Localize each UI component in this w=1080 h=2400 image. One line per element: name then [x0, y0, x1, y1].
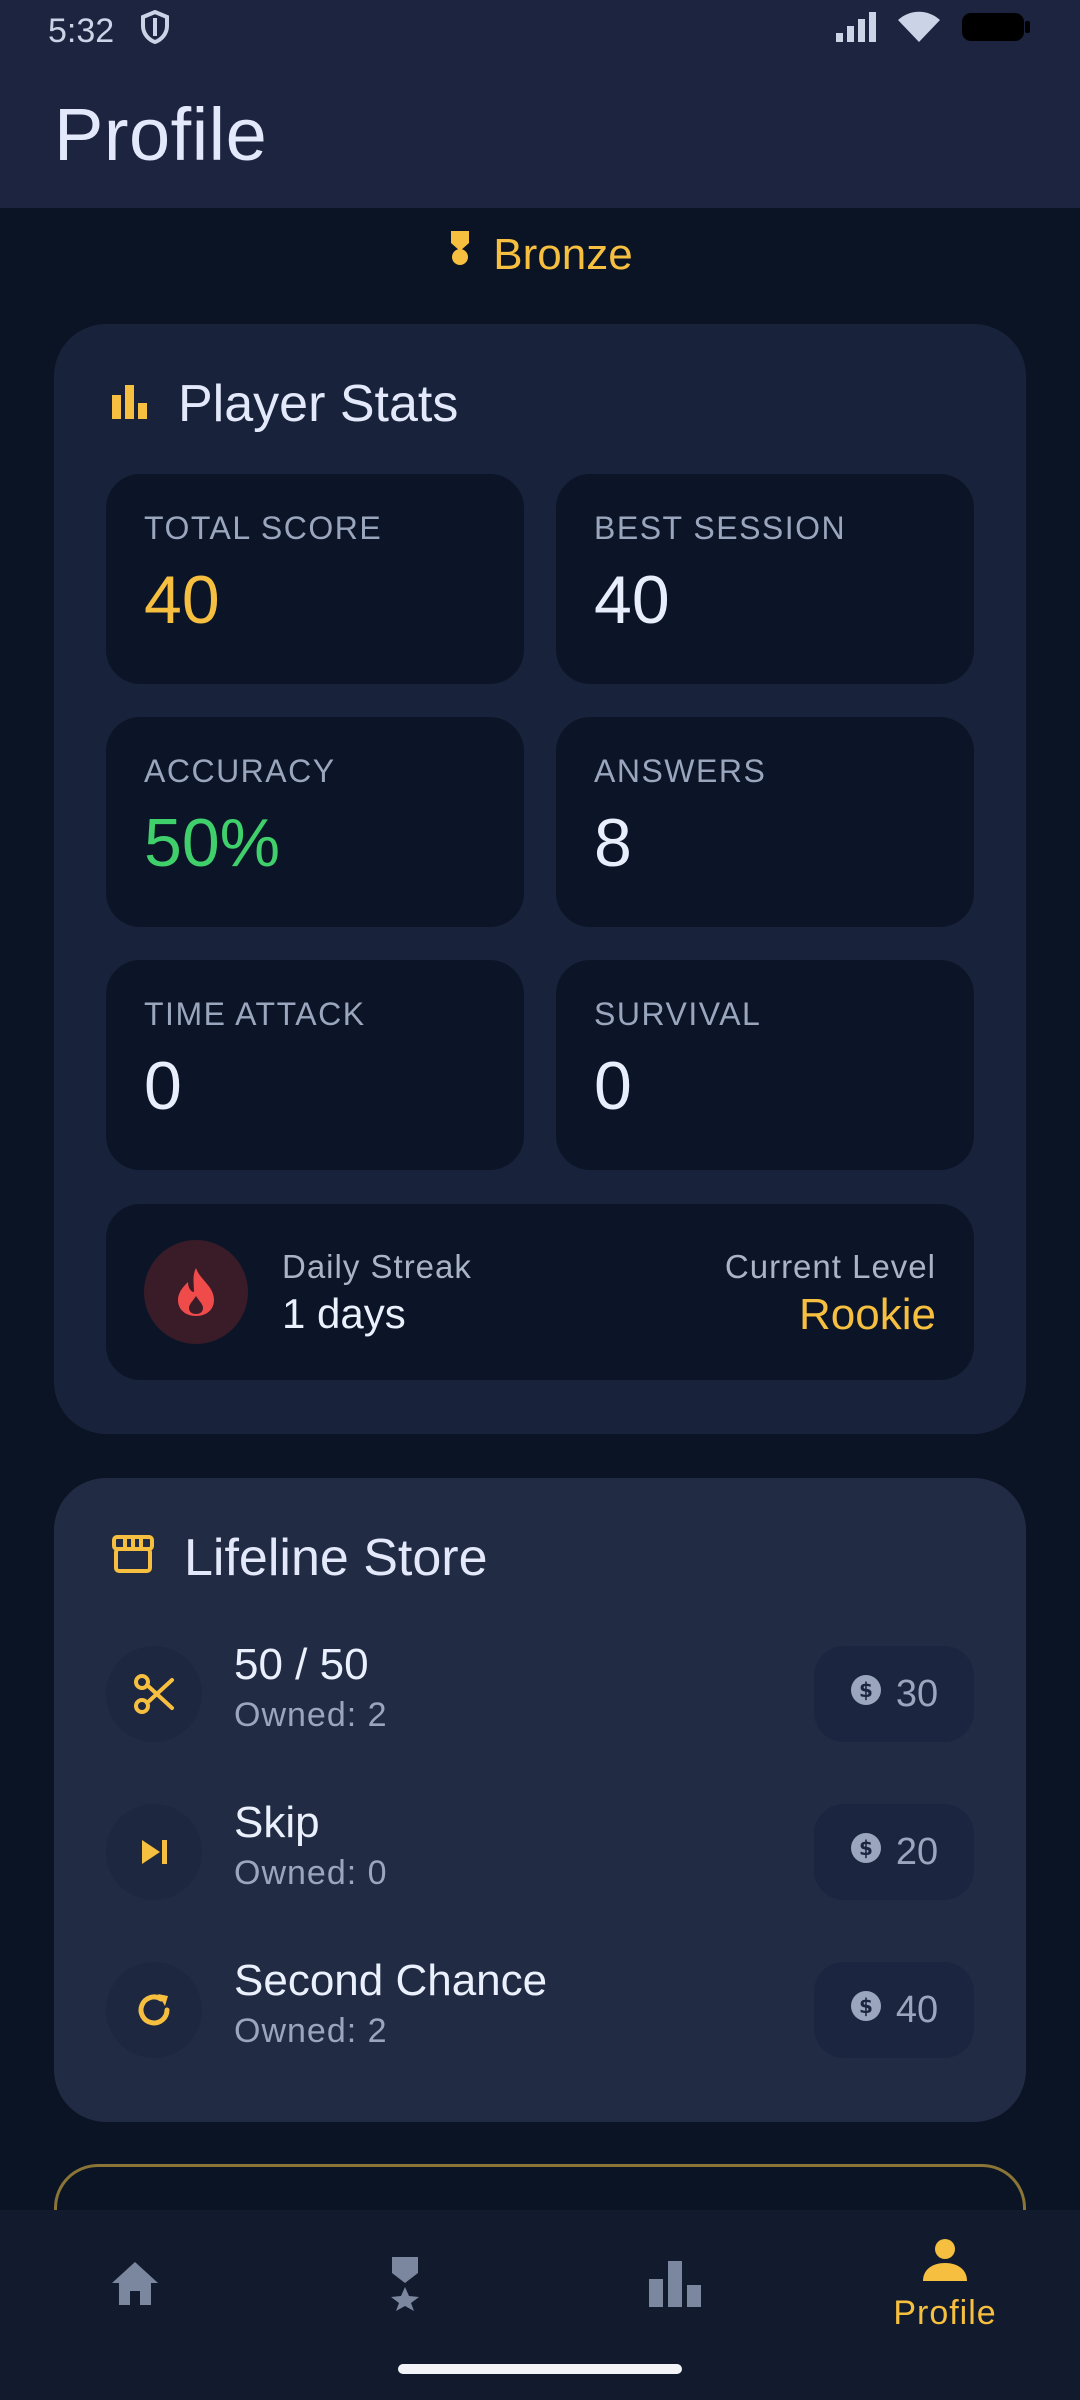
person-icon [921, 2237, 969, 2288]
daily-streak-value: 1 days [282, 1290, 406, 1337]
nav-achievements[interactable] [270, 2210, 540, 2360]
price-label: 40 [895, 1988, 939, 2031]
stat-tile-total-score: TOTAL SCORE 40 [106, 474, 524, 684]
stat-label: TOTAL SCORE [144, 510, 383, 546]
store-item-owned: Owned: 2 [234, 2012, 388, 2050]
player-stats-card: Player Stats TOTAL SCORE 40 BEST SESSION… [54, 324, 1026, 1434]
coin-icon: $ [850, 1831, 882, 1874]
stat-value: 8 [594, 805, 632, 881]
nav-leaderboard[interactable] [540, 2210, 810, 2360]
stat-tile-answers: ANSWERS 8 [556, 717, 974, 927]
status-bar: 5:32 [0, 0, 1080, 62]
top-bar: 5:32 Profile [0, 0, 1080, 208]
skip-next-icon [106, 1804, 202, 1900]
bar-chart-icon [110, 374, 150, 434]
player-stats-title: Player Stats [178, 375, 459, 433]
shield-icon [140, 9, 170, 53]
store-item-skip: Skip Owned: 0 $ 20 [54, 1784, 1026, 1914]
store-item-second-chance: Second Chance Owned: 2 $ 40 [54, 1942, 1026, 2072]
current-level-label: Current Level [724, 1248, 936, 1285]
store-item-name: Second Chance [234, 1956, 548, 2005]
signal-icon [834, 11, 878, 52]
stat-tile-survival: SURVIVAL 0 [556, 960, 974, 1170]
store-icon [110, 1528, 156, 1588]
lifeline-store-title: Lifeline Store [184, 1529, 488, 1587]
stat-value: 40 [144, 562, 220, 638]
home-indicator[interactable] [398, 2364, 682, 2374]
stat-label: SURVIVAL [594, 996, 762, 1032]
stat-label: ACCURACY [144, 753, 336, 789]
bar-chart-icon [647, 2259, 703, 2312]
player-stats-header: Player Stats [110, 374, 458, 434]
price-label: 30 [895, 1672, 939, 1715]
coin-icon: $ [850, 1673, 882, 1716]
buy-fifty-fifty-button[interactable]: $ 30 [814, 1646, 974, 1742]
lifeline-store-card: Lifeline Store 50 / 50 Owned: 2 $ 30 Ski… [54, 1478, 1026, 2122]
nav-profile-label: Profile [893, 2294, 997, 2332]
buy-skip-button[interactable]: $ 20 [814, 1804, 974, 1900]
medal-icon [388, 2255, 422, 2316]
coin-icon: $ [850, 1989, 882, 2032]
store-item-name: Skip [234, 1798, 320, 1847]
buy-second-chance-button[interactable]: $ 40 [814, 1962, 974, 2058]
medal-icon [447, 229, 473, 282]
stat-label: BEST SESSION [594, 510, 847, 546]
nav-home[interactable] [0, 2210, 270, 2360]
battery-icon [960, 10, 1032, 53]
flame-icon [144, 1240, 248, 1344]
wifi-icon [896, 10, 942, 53]
store-item-fifty-fifty: 50 / 50 Owned: 2 $ 30 [54, 1626, 1026, 1756]
rank-label: Bronze [493, 230, 633, 279]
price-label: 20 [895, 1830, 939, 1873]
svg-text:$: $ [859, 1678, 873, 1702]
scissors-icon [106, 1646, 202, 1742]
store-item-owned: Owned: 2 [234, 1696, 388, 1734]
stat-label: ANSWERS [594, 753, 767, 789]
stat-value: 50% [144, 805, 281, 881]
svg-text:$: $ [859, 1994, 873, 2018]
rank-badge: Bronze [0, 222, 1080, 288]
lifeline-store-header: Lifeline Store [110, 1528, 488, 1588]
current-level-value: Rookie [799, 1290, 936, 1339]
store-item-owned: Owned: 0 [234, 1854, 388, 1892]
stat-label: TIME ATTACK [144, 996, 366, 1032]
daily-streak-panel: Daily Streak 1 days Current Level Rookie [106, 1204, 974, 1380]
nav-profile[interactable]: Profile [810, 2210, 1080, 2360]
home-icon [109, 2259, 161, 2312]
page-title: Profile [54, 93, 268, 176]
status-time: 5:32 [48, 11, 115, 50]
stat-value: 0 [144, 1048, 182, 1124]
stat-tile-best-session: BEST SESSION 40 [556, 474, 974, 684]
stat-value: 0 [594, 1048, 632, 1124]
refresh-icon [106, 1962, 202, 2058]
stat-tile-accuracy: ACCURACY 50% [106, 717, 524, 927]
stat-tile-time-attack: TIME ATTACK 0 [106, 960, 524, 1170]
stat-value: 40 [594, 562, 670, 638]
store-item-name: 50 / 50 [234, 1640, 369, 1689]
daily-streak-label: Daily Streak [282, 1248, 472, 1285]
svg-text:$: $ [859, 1836, 873, 1860]
